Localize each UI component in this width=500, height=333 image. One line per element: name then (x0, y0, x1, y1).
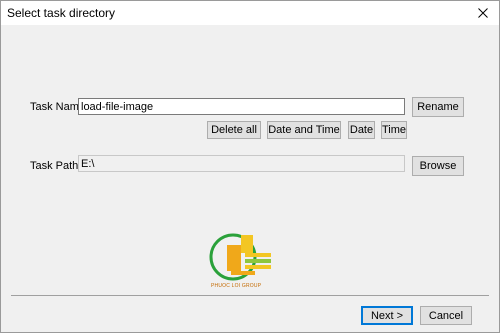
browse-button-label: Browse (419, 160, 457, 172)
next-button[interactable]: Next > (361, 306, 413, 325)
delete-all-button-label: Delete all (211, 124, 257, 136)
time-button[interactable]: Time (381, 121, 407, 139)
close-button[interactable] (467, 1, 499, 25)
date-and-time-button-label: Date and Time (268, 124, 340, 136)
delete-all-button[interactable]: Delete all (207, 121, 261, 139)
cancel-button[interactable]: Cancel (420, 306, 472, 325)
task-name-input[interactable] (78, 98, 405, 115)
time-button-label: Time (381, 124, 407, 136)
date-button[interactable]: Date (348, 121, 375, 139)
logo-text: PHUOC LOI GROUP (211, 283, 262, 289)
close-icon (478, 8, 488, 18)
title-bar: Select task directory (1, 1, 499, 25)
next-button-label: Next > (370, 309, 404, 322)
footer-separator (11, 295, 489, 296)
task-path-input[interactable] (78, 155, 405, 172)
date-button-label: Date (349, 124, 374, 136)
browse-button[interactable]: Browse (412, 156, 464, 176)
date-and-time-button[interactable]: Date and Time (267, 121, 341, 139)
window-title: Select task directory (7, 6, 116, 20)
select-task-directory-dialog: Select task directory Task Name Rename D… (0, 0, 500, 333)
rename-button-label: Rename (417, 101, 459, 113)
task-path-label: Task Path (30, 160, 79, 172)
task-name-label: Task Name (30, 101, 86, 113)
cancel-button-label: Cancel (428, 309, 464, 322)
rename-button[interactable]: Rename (412, 97, 464, 117)
